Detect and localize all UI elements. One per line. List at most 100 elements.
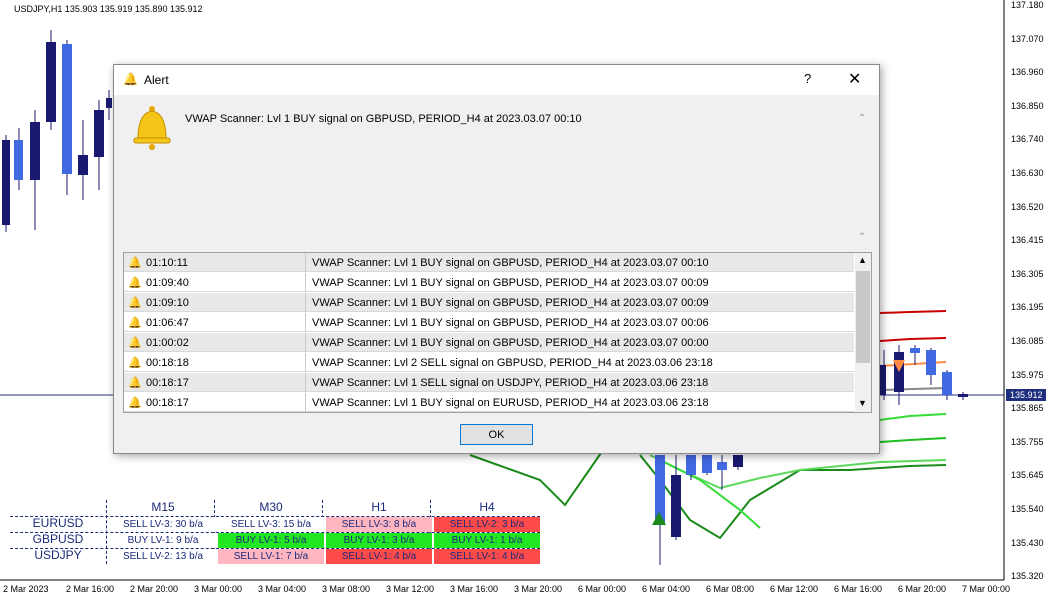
alert-time: 01:09:10 xyxy=(146,297,189,309)
alert-text: VWAP Scanner: Lvl 1 BUY signal on GBPUSD… xyxy=(312,257,709,269)
time-tick-label: 6 Mar 20:00 xyxy=(898,584,947,594)
candle xyxy=(78,155,88,175)
scanner-column-header: M15 xyxy=(151,500,175,514)
scanner-divider xyxy=(106,500,107,564)
chevron-up-icon[interactable]: ▲ xyxy=(858,255,867,265)
price-tick-label: 135.320 xyxy=(1011,571,1044,582)
price-tick-label: 137.070 xyxy=(1011,33,1044,44)
time-tick-label: 2 Mar 20:00 xyxy=(130,584,179,594)
list-item[interactable]: 🔔 00:18:18 VWAP Scanner: Lvl 2 SELL signal… xyxy=(124,353,854,372)
column-divider xyxy=(305,393,306,412)
alert-text: VWAP Scanner: Lvl 1 SELL signal on USDJP… xyxy=(312,377,709,389)
alert-time: 01:09:40 xyxy=(146,277,189,289)
list-item[interactable]: 🔔 01:00:02 VWAP Scanner: Lvl 1 BUY signal … xyxy=(124,333,854,352)
candle xyxy=(2,140,10,225)
time-tick-label: 2 Mar 16:00 xyxy=(66,584,115,594)
column-divider xyxy=(305,273,306,292)
time-tick-label: 6 Mar 00:00 xyxy=(578,584,627,594)
bell-icon xyxy=(133,106,171,150)
price-tick-label: 136.630 xyxy=(1011,168,1044,178)
candle xyxy=(94,110,104,157)
bell-icon: 🔔 xyxy=(128,357,142,369)
column-divider xyxy=(305,313,306,332)
scanner-symbol-label: USDJPY xyxy=(34,548,82,562)
scanner-signal-cell: BUY LV-1: 3 b/a xyxy=(326,533,432,548)
price-tick-label: 137.180 xyxy=(1011,0,1044,10)
candle xyxy=(30,122,40,180)
dialog-titlebar[interactable]: 🔔 Alert ? ✕ xyxy=(114,65,879,95)
time-tick-label: 3 Mar 20:00 xyxy=(514,584,563,594)
list-item[interactable]: 🔔 01:10:11 VWAP Scanner: Lvl 1 BUY signal … xyxy=(124,253,854,272)
alert-time: 00:18:17 xyxy=(146,377,189,389)
time-tick-label: 6 Mar 12:00 xyxy=(770,584,819,594)
price-tick-label: 135.975 xyxy=(1011,369,1044,380)
alert-text: VWAP Scanner: Lvl 1 BUY signal on GBPUSD… xyxy=(312,297,709,309)
alert-dialog: 🔔 Alert ? ✕ VWAP Scanner: Lvl 1 BUY sign… xyxy=(113,64,880,454)
price-tick-label: 136.195 xyxy=(1011,302,1044,313)
scanner-signal-cell: BUY LV-1: 1 b/a xyxy=(434,533,540,548)
list-item[interactable]: 🔔 01:09:10 VWAP Scanner: Lvl 1 BUY signal … xyxy=(124,293,854,312)
list-scrollbar[interactable]: ▲ ▼ xyxy=(855,253,871,412)
chevron-down-icon[interactable]: ⌄ xyxy=(858,227,866,238)
alert-text: VWAP Scanner: Lvl 1 BUY signal on GBPUSD… xyxy=(312,317,709,329)
column-divider xyxy=(305,353,306,372)
scanner-symbol-label: GBPUSD xyxy=(32,532,84,546)
candle xyxy=(958,394,968,397)
column-divider xyxy=(305,333,306,352)
list-item[interactable]: 🔔 00:18:17 VWAP Scanner: Lvl 1 SELL signal… xyxy=(124,373,854,392)
candle xyxy=(686,455,696,475)
candle xyxy=(733,455,743,467)
scrollbar-thumb[interactable] xyxy=(856,271,870,363)
price-tick-label: 136.960 xyxy=(1011,67,1044,78)
chevron-down-icon[interactable]: ▼ xyxy=(858,398,867,408)
price-tick-label: 136.305 xyxy=(1011,268,1044,279)
scanner-signal-cell: BUY LV-1: 9 b/a xyxy=(110,533,216,548)
time-tick-label: 3 Mar 16:00 xyxy=(450,584,499,594)
bell-icon: 🔔 xyxy=(128,257,142,269)
ok-button[interactable]: OK xyxy=(460,424,533,445)
price-tick-label: 136.085 xyxy=(1011,336,1044,346)
candle xyxy=(926,350,936,375)
list-item[interactable]: 🔔 00:18:17 VWAP Scanner: Lvl 1 BUY signal … xyxy=(124,393,854,412)
list-item[interactable]: 🔔 01:09:40 VWAP Scanner: Lvl 1 BUY signal … xyxy=(124,273,854,292)
scanner-signal-cell: SELL LV-3: 30 b/a xyxy=(110,517,216,532)
alert-text: VWAP Scanner: Lvl 1 BUY signal on EURUSD… xyxy=(312,397,709,409)
scanner-symbol-label: EURUSD xyxy=(32,516,84,530)
current-price-label: 135.912 xyxy=(1006,389,1046,401)
scanner-signal-cell: SELL LV-3: 8 b/a xyxy=(326,517,432,532)
bell-icon: 🔔 xyxy=(128,277,142,289)
alert-time: 00:18:17 xyxy=(146,397,189,409)
time-tick-label: 6 Mar 04:00 xyxy=(642,584,691,594)
scanner-signal-cell: BUY LV-1: 5 b/a xyxy=(218,533,324,548)
time-tick-label: 7 Mar 00:00 xyxy=(962,584,1011,594)
list-item[interactable]: 🔔 01:06:47 VWAP Scanner: Lvl 1 BUY signal … xyxy=(124,313,854,332)
candle xyxy=(910,348,920,353)
time-tick-label: 3 Mar 08:00 xyxy=(322,584,371,594)
bell-icon: 🔔 xyxy=(128,337,142,349)
close-button[interactable]: ✕ xyxy=(848,69,861,89)
scanner-signal-cell: SELL LV-2: 3 b/a xyxy=(434,517,540,532)
bell-icon: 🔔 xyxy=(128,317,142,329)
scanner-signal-cell: SELL LV-3: 15 b/a xyxy=(218,517,324,532)
alert-time: 00:18:18 xyxy=(146,357,189,369)
alert-message: VWAP Scanner: Lvl 1 BUY signal on GBPUSD… xyxy=(185,113,582,125)
candle xyxy=(62,44,72,174)
chevron-up-icon[interactable]: ⌃ xyxy=(858,113,866,124)
alert-text: VWAP Scanner: Lvl 1 BUY signal on GBPUSD… xyxy=(312,337,709,349)
candles-left xyxy=(2,30,112,232)
column-divider xyxy=(305,373,306,392)
alert-history-list[interactable]: 🔔 00:18:17 VWAP Scanner: Lvl 1 BUY signal … xyxy=(123,252,872,413)
alert-text: VWAP Scanner: Lvl 2 SELL signal on GBPUS… xyxy=(312,357,713,369)
help-button[interactable]: ? xyxy=(804,71,811,86)
bell-icon: 🔔 xyxy=(123,72,138,86)
time-tick-label: 2 Mar 2023 xyxy=(3,584,49,594)
bell-icon: 🔔 xyxy=(128,397,142,409)
time-tick-label: 6 Mar 08:00 xyxy=(706,584,755,594)
candle xyxy=(671,475,681,537)
scanner-signal-cell: SELL LV-1: 4 b/a xyxy=(326,549,432,564)
price-tick-label: 135.865 xyxy=(1011,403,1044,414)
price-tick-label: 135.755 xyxy=(1011,436,1044,447)
symbol-info: USDJPY,H1 135.903 135.919 135.890 135.91… xyxy=(14,4,203,14)
scanner-signal-cell: SELL LV-2: 13 b/a xyxy=(110,549,216,564)
time-tick-label: 6 Mar 16:00 xyxy=(834,584,883,594)
